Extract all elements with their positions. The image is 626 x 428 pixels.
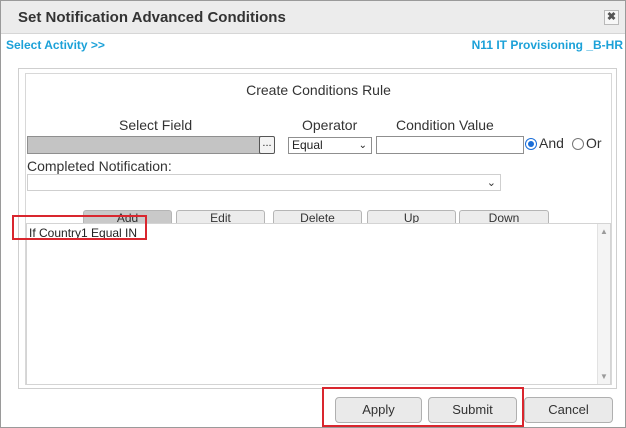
rules-list[interactable]: If Country1 Equal IN ▲ ▼ — [26, 223, 611, 385]
operator-value: Equal — [292, 138, 323, 152]
chevron-down-icon: ⌄ — [358, 140, 367, 151]
dialog-title: Set Notification Advanced Conditions — [18, 9, 286, 26]
rule-highlight-box — [12, 215, 147, 240]
operator-label: Operator — [302, 117, 358, 133]
condition-value-label: Condition Value — [396, 117, 494, 133]
or-radio[interactable] — [572, 138, 584, 150]
scroll-down-icon[interactable]: ▼ — [600, 372, 608, 381]
title-bar: Set Notification Advanced Conditions ✖ — [1, 1, 625, 34]
condition-value-input[interactable] — [376, 136, 524, 154]
completed-notification-select[interactable]: ⌄ — [27, 174, 501, 191]
close-button[interactable]: ✖ — [604, 10, 619, 25]
scroll-up-icon[interactable]: ▲ — [600, 227, 608, 236]
or-label: Or — [586, 135, 602, 151]
select-field-input[interactable] — [27, 136, 265, 154]
and-radio[interactable] — [525, 138, 537, 150]
advanced-conditions-dialog: Set Notification Advanced Conditions ✖ S… — [0, 0, 626, 428]
field-picker-button[interactable]: ... — [259, 136, 275, 154]
buttons-highlight-box — [322, 387, 524, 427]
select-field-label: Select Field — [119, 117, 193, 133]
panel-title: Create Conditions Rule — [246, 82, 391, 98]
and-label: And — [539, 135, 564, 151]
rules-scrollbar[interactable]: ▲ ▼ — [597, 224, 610, 384]
completed-notification-label: Completed Notification: — [27, 158, 172, 174]
activity-name: N11 IT Provisioning _B-HR — [471, 38, 623, 52]
select-activity-link[interactable]: Select Activity >> — [6, 38, 105, 52]
chevron-down-icon: ⌄ — [486, 177, 496, 189]
operator-select[interactable]: Equal ⌄ — [288, 137, 372, 154]
cancel-button[interactable]: Cancel — [524, 397, 613, 423]
close-icon: ✖ — [606, 11, 617, 23]
